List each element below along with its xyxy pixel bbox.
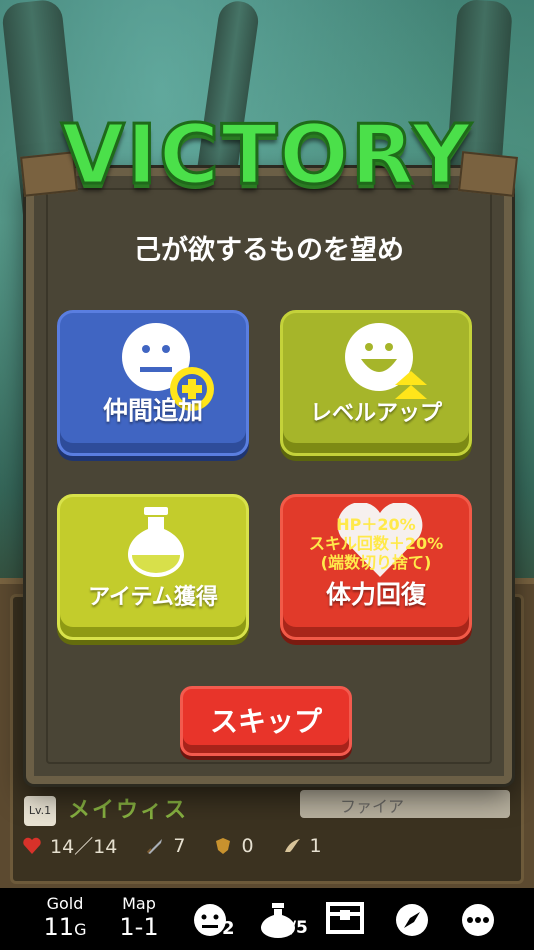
map-display: Map 1-1 [114, 894, 164, 941]
heal-bonus-hp: HP＋20% [336, 515, 416, 534]
unit-level-badge: Lv.1 [24, 796, 56, 826]
more-icon [462, 904, 494, 936]
hp-stat: 14／14 [22, 832, 117, 859]
unit-name: メイウィス [68, 798, 189, 823]
treasure-chest-icon [326, 902, 364, 934]
get-item-button[interactable]: アイテム獲得 [57, 494, 249, 640]
add-ally-label: 仲間追加 [102, 396, 203, 425]
speed-stat: 1 [282, 835, 322, 857]
map-value: 1-1 [119, 913, 159, 941]
compass-icon [396, 904, 428, 936]
defense-value: 0 [241, 834, 254, 857]
level-up-label: レベルアップ [309, 401, 442, 426]
hp-value: 14／14 [50, 836, 118, 858]
wing-icon [284, 838, 300, 852]
add-ally-button[interactable]: 仲間追加 [57, 310, 249, 456]
party-count: 2 [222, 918, 235, 939]
level-up-button[interactable]: レベルアップ [280, 310, 472, 456]
shield-icon [216, 837, 231, 854]
heal-bonus-text: HP＋20% スキル回数＋20% (端数切り捨て) [283, 515, 469, 572]
speed-value: 1 [309, 834, 322, 857]
heal-label: 体力回復 [325, 580, 426, 609]
skip-button[interactable]: スキップ [180, 686, 352, 756]
victory-title: VICTORY [60, 107, 473, 205]
potion-flask-icon [128, 507, 184, 577]
attack-stat: 7 [145, 835, 185, 857]
treasure-button[interactable] [326, 902, 364, 938]
compass-button[interactable] [394, 902, 430, 942]
items-count: 0/5 [278, 918, 308, 938]
unit-skill-label: ファイア [340, 797, 405, 816]
party-button[interactable]: 2 [192, 902, 235, 942]
gold-unit: G [74, 920, 87, 939]
gold-display: Gold 11G [38, 894, 92, 941]
sword-icon [147, 838, 163, 854]
unit-skill-field: ファイア [300, 790, 510, 818]
heart-icon [23, 837, 41, 854]
more-button[interactable] [460, 902, 496, 942]
map-label: Map [122, 894, 156, 913]
attack-value: 7 [173, 834, 186, 857]
defense-stat: 0 [213, 834, 254, 857]
items-button[interactable]: 0/5 [258, 902, 308, 942]
gold-value: 11 [43, 913, 75, 941]
heal-bonus-note: (端数切り捨て) [320, 553, 432, 572]
unit-stats: 14／14 7 0 1 [22, 832, 340, 859]
heal-bonus-skill: スキル回数＋20% [308, 534, 444, 553]
reward-prompt: 己が欲するものを望め [134, 235, 404, 266]
gold-label: Gold [46, 894, 84, 913]
heal-button[interactable]: HP＋20% スキル回数＋20% (端数切り捨て) 体力回復 [280, 494, 472, 640]
bottom-bar: Gold 11G Map 1-1 2 0/5 [0, 888, 534, 950]
get-item-label: アイテム獲得 [88, 585, 218, 610]
